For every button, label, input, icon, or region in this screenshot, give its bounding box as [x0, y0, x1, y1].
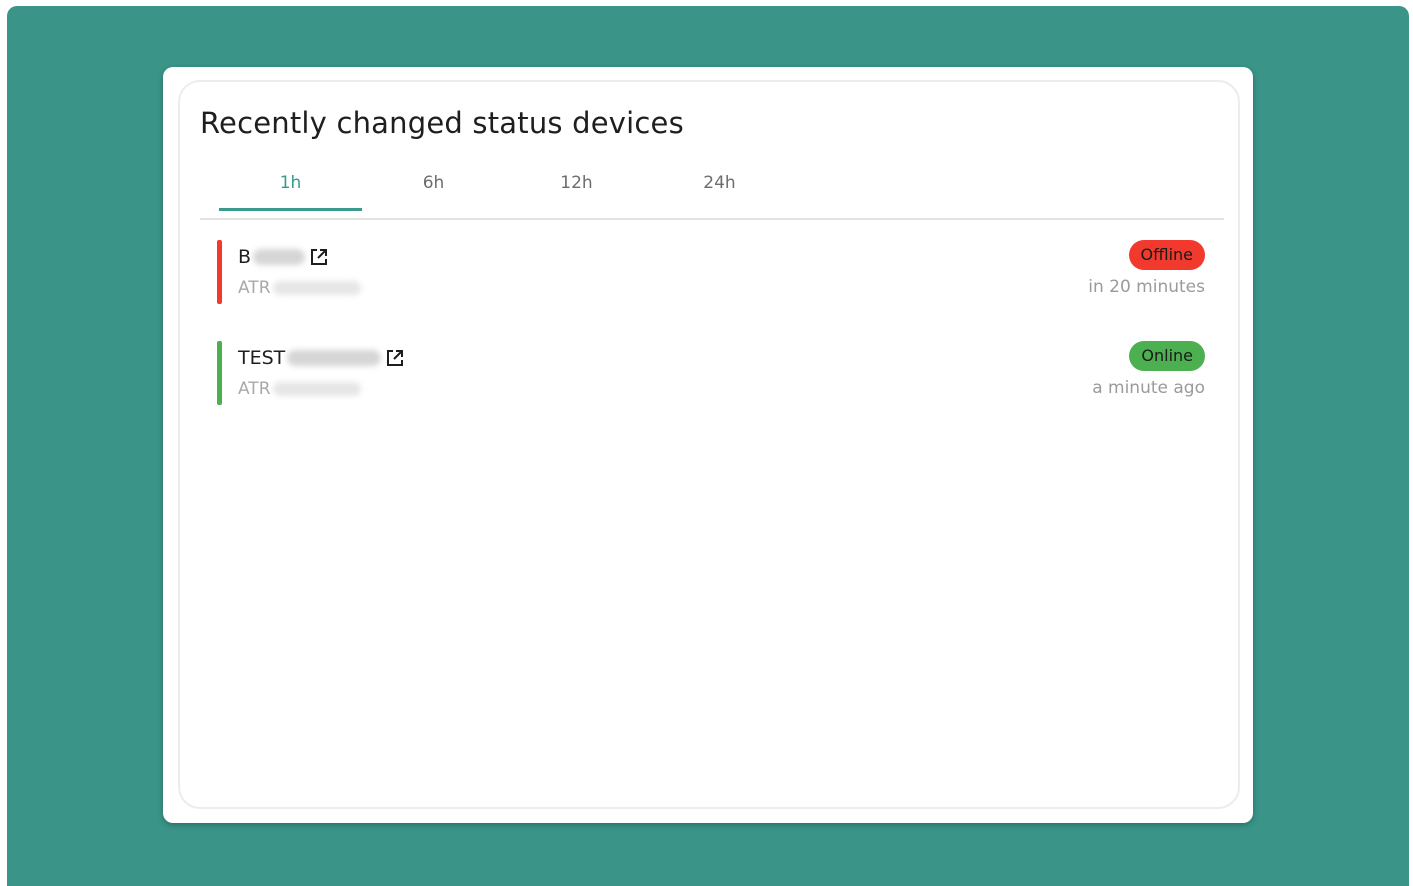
device-serial-line: ATR	[238, 276, 361, 300]
time-range-tabs: 1h 6h 12h 24h	[200, 164, 1224, 220]
device-name: B	[238, 246, 252, 268]
tab-1h[interactable]: 1h	[219, 164, 362, 211]
widget-title: Recently changed status devices	[200, 106, 684, 140]
status-badge: Offline	[1128, 240, 1205, 270]
widget-panel: Recently changed status devices 1h 6h 12…	[178, 80, 1240, 809]
status-change-time: in 20 minutes	[1088, 277, 1205, 297]
status-badge: Online	[1129, 341, 1205, 371]
tab-6h[interactable]: 6h	[362, 164, 505, 210]
redacted-text	[287, 350, 382, 366]
redacted-text	[253, 249, 306, 265]
device-row: B ATR Offline in 20 minutes	[217, 240, 1205, 304]
device-name: TEST	[238, 347, 286, 369]
status-change-time: a minute ago	[1092, 378, 1205, 398]
status-indicator-bar	[217, 240, 222, 304]
status-indicator-bar	[217, 341, 222, 405]
tab-24h[interactable]: 24h	[648, 164, 791, 210]
device-name-line: B	[238, 243, 329, 271]
redacted-text	[272, 281, 361, 295]
redacted-text	[272, 382, 361, 396]
device-serial: ATR	[238, 278, 271, 298]
device-name-line: TEST	[238, 344, 405, 372]
widget-card: Recently changed status devices 1h 6h 12…	[163, 67, 1253, 823]
device-row: TEST ATR Online a minute ago	[217, 341, 1205, 405]
device-serial-line: ATR	[238, 377, 361, 401]
device-serial: ATR	[238, 379, 271, 399]
external-link-icon[interactable]	[385, 348, 405, 368]
tab-12h[interactable]: 12h	[505, 164, 648, 210]
external-link-icon[interactable]	[309, 247, 329, 267]
